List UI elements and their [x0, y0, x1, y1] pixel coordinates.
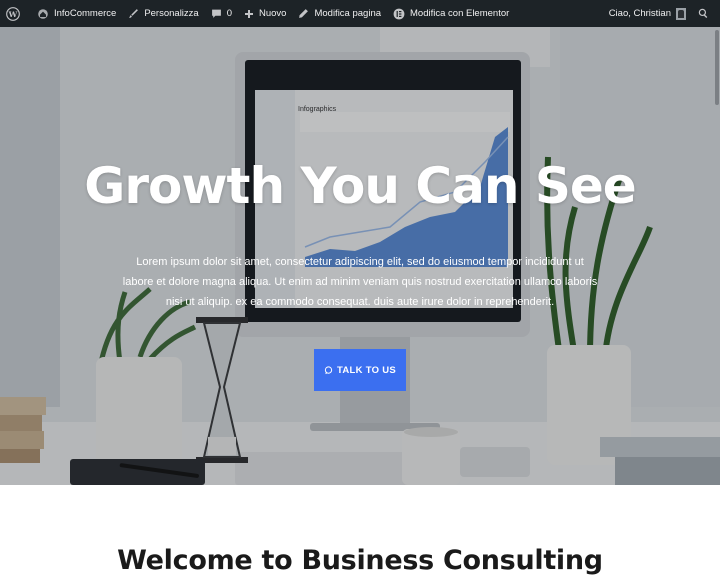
section-heading: Welcome to Business Consulting	[117, 545, 603, 576]
edit-page-label: Modifica pagina	[314, 8, 382, 19]
hero-description: Lorem ipsum dolor sit amet, consectetur …	[122, 256, 598, 308]
edit-elementor-label: Modifica con Elementor	[410, 8, 510, 19]
home-icon	[38, 8, 48, 19]
customize-button[interactable]: Personalizza	[122, 0, 204, 27]
search-icon	[698, 8, 708, 19]
chat-icon	[324, 365, 333, 374]
svg-text:W: W	[8, 9, 18, 18]
brush-icon	[129, 9, 139, 18]
hero-section: Infographics Growth You Can See Lorem ip…	[0, 27, 720, 485]
edit-elementor-button[interactable]: Modifica con Elementor	[387, 0, 515, 27]
wordpress-logo-button[interactable]: W	[0, 0, 31, 27]
talk-to-us-button[interactable]: TALK TO US	[314, 349, 406, 391]
page-scrollbar[interactable]	[715, 30, 719, 105]
new-content-label: Nuovo	[259, 8, 287, 19]
comments-count: 0	[226, 8, 232, 19]
hero-title: Growth You Can See	[84, 157, 636, 215]
comment-icon	[211, 9, 221, 18]
avatar	[676, 7, 686, 20]
site-name-label: InfoCommerce	[54, 8, 117, 19]
elementor-icon	[393, 8, 405, 19]
edit-page-button[interactable]: Modifica pagina	[292, 0, 387, 27]
pencil-icon	[299, 9, 309, 18]
wp-admin-bar: W InfoCommerce Personalizza 0 Nuovo Modi…	[0, 0, 720, 27]
new-content-button[interactable]: Nuovo	[238, 0, 292, 27]
talk-to-us-label: TALK TO US	[336, 364, 397, 376]
site-name-button[interactable]: InfoCommerce	[31, 0, 122, 27]
greeting-label: Ciao, Christian	[608, 8, 671, 19]
wordpress-icon: W	[6, 6, 20, 21]
comments-button[interactable]: 0	[205, 0, 238, 27]
plus-icon	[245, 9, 253, 18]
search-button[interactable]	[692, 0, 720, 27]
account-menu[interactable]: Ciao, Christian	[603, 0, 692, 27]
customize-label: Personalizza	[144, 8, 199, 19]
